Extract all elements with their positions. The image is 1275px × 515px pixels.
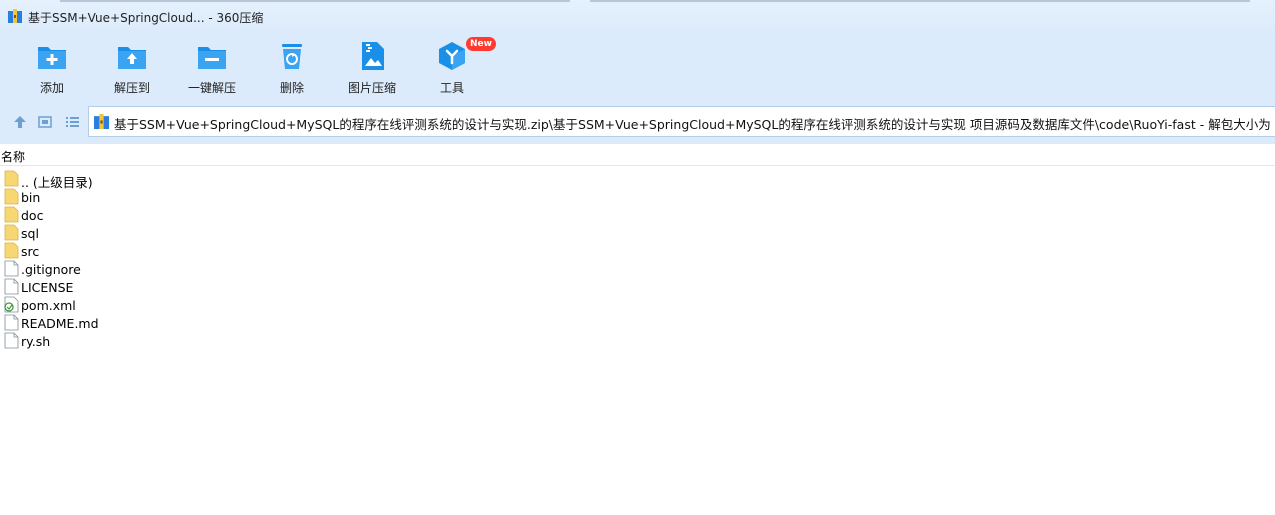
- file-icon: [4, 260, 19, 277]
- item-name: bin: [21, 190, 41, 205]
- one-click-extract-button[interactable]: 一键解压: [172, 40, 252, 96]
- title-shadow: [60, 0, 570, 2]
- column-header-name[interactable]: 名称: [1, 148, 25, 165]
- path-bar[interactable]: 基于SSM+Vue+SpringCloud+MySQL的程序在线评测系统的设计与…: [88, 106, 1275, 137]
- tools-icon: [439, 42, 465, 70]
- column-divider: [0, 165, 1275, 166]
- item-name: pom.xml: [21, 298, 76, 313]
- file-icon: [4, 332, 19, 349]
- delete-button[interactable]: 删除: [252, 40, 332, 96]
- address-row: 基于SSM+Vue+SpringCloud+MySQL的程序在线评测系统的设计与…: [0, 100, 1275, 144]
- image-compress-icon: [362, 42, 384, 70]
- delete-icon: [282, 44, 302, 69]
- xml-file-icon: [4, 296, 19, 313]
- item-name: LICENSE: [21, 280, 74, 295]
- list-item[interactable]: LICENSE: [4, 278, 304, 296]
- extract-to-button-label: 解压到: [113, 81, 150, 95]
- tools-button-label: 工具: [439, 81, 464, 95]
- list-item[interactable]: README.md: [4, 314, 304, 332]
- tools-button[interactable]: New 工具: [412, 37, 496, 96]
- toolbar: 添加 解压到 一键解压 删除 图片压缩 New 工具: [0, 32, 1275, 100]
- add-button[interactable]: 添加: [12, 40, 92, 96]
- one-click-extract-icon: [198, 47, 226, 69]
- list-item[interactable]: .. (上级目录): [4, 170, 304, 190]
- list-item[interactable]: sql: [4, 224, 304, 242]
- delete-button-label: 删除: [279, 81, 304, 95]
- list-item[interactable]: src: [4, 242, 304, 260]
- item-name: .gitignore: [21, 262, 81, 277]
- new-badge: New: [466, 37, 496, 51]
- folder-icon: [4, 170, 19, 187]
- path-text: 基于SSM+Vue+SpringCloud+MySQL的程序在线评测系统的设计与…: [114, 117, 1275, 132]
- list-item[interactable]: doc: [4, 206, 304, 224]
- add-icon: [38, 47, 66, 69]
- up-arrow-icon[interactable]: [11, 113, 29, 131]
- list-view-icon[interactable]: [63, 113, 81, 131]
- item-name: sql: [21, 226, 39, 241]
- thumbnail-view-icon[interactable]: [36, 113, 54, 131]
- list-item[interactable]: ry.sh: [4, 332, 304, 350]
- image-compress-button-label: 图片压缩: [347, 81, 396, 95]
- image-compress-button[interactable]: 图片压缩: [332, 40, 412, 96]
- archive-app-icon: [8, 9, 22, 23]
- extract-to-button[interactable]: 解压到: [92, 40, 172, 96]
- item-name: doc: [21, 208, 44, 223]
- one-click-extract-button-label: 一键解压: [187, 81, 236, 95]
- folder-icon: [4, 206, 19, 223]
- item-name: README.md: [21, 316, 99, 331]
- folder-icon: [4, 242, 19, 259]
- item-name: src: [21, 244, 40, 259]
- add-button-label: 添加: [39, 81, 64, 95]
- title-shadow: [590, 0, 1250, 2]
- item-name: ry.sh: [21, 334, 51, 349]
- list-item[interactable]: pom.xml: [4, 296, 304, 314]
- file-icon: [4, 278, 19, 295]
- folder-icon: [4, 224, 19, 241]
- list-item[interactable]: .gitignore: [4, 260, 304, 278]
- file-icon: [4, 314, 19, 331]
- extract-to-icon: [118, 47, 146, 69]
- window-title: 基于SSM+Vue+SpringCloud... - 360压缩: [28, 11, 264, 25]
- archive-icon: [94, 114, 109, 129]
- title-bar: 基于SSM+Vue+SpringCloud... - 360压缩: [0, 0, 1275, 32]
- folder-icon: [4, 188, 19, 205]
- list-item[interactable]: bin: [4, 188, 304, 206]
